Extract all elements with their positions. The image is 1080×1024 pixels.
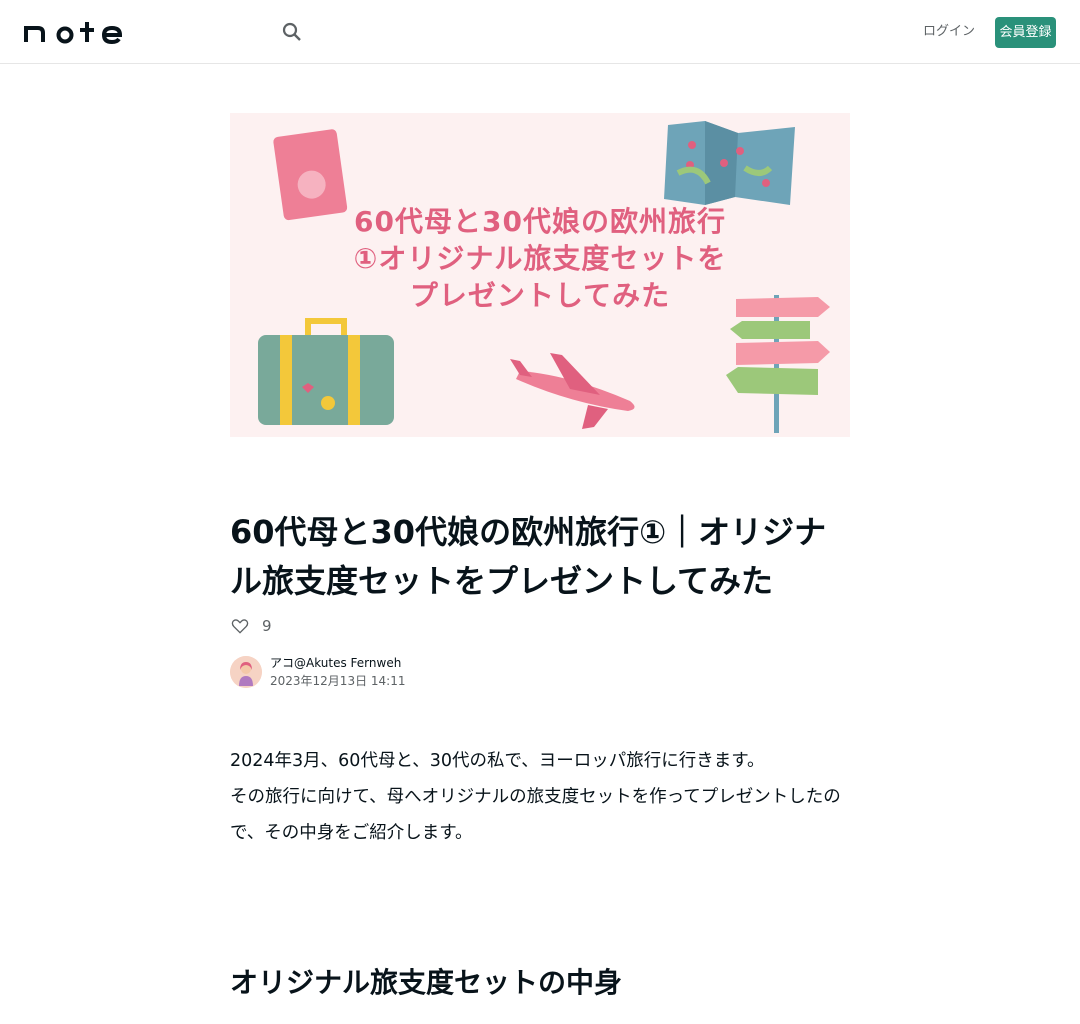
like-count[interactable]: 9 bbox=[262, 617, 272, 635]
section-heading: オリジナル旅支度セットの中身 bbox=[230, 966, 623, 999]
author-info: アコ@Akutes Fernweh 2023年12月13日 14:11 bbox=[230, 654, 405, 690]
article-title: 60代母と30代娘の欧州旅行①｜オリジナル旅支度セットをプレゼントしてみた bbox=[230, 513, 827, 600]
eyecatch-image: 60代母と30代娘の欧州旅行 ①オリジナル旅支度セットを プレゼントしてみた bbox=[230, 113, 850, 437]
hero-caption-line3: プレゼントしてみた bbox=[409, 279, 671, 312]
hero-caption: 60代母と30代娘の欧州旅行 ①オリジナル旅支度セットを プレゼントしてみた bbox=[230, 203, 850, 314]
login-link[interactable]: ログイン bbox=[922, 18, 976, 46]
author-meta: アコ@Akutes Fernweh 2023年12月13日 14:11 bbox=[270, 654, 405, 690]
like-area: 9 bbox=[230, 614, 272, 638]
article-body: 2024年3月、60代母と、30代の私で、ヨーロッパ旅行に行きます。 その旅行に… bbox=[230, 743, 850, 851]
world-map-icon bbox=[664, 121, 795, 205]
site-header: ログイン 会員登録 bbox=[0, 0, 1080, 64]
note-logo[interactable] bbox=[24, 20, 123, 45]
author-name[interactable]: アコ@Akutes Fernweh bbox=[270, 654, 405, 672]
search-icon bbox=[282, 22, 301, 41]
signpost-icon bbox=[726, 295, 830, 433]
paragraph: その旅行に向けて、母へオリジナルの旅支度セットを作ってプレゼントしたので、その中… bbox=[230, 787, 841, 843]
hero-caption-line1: 60代母と30代娘の欧州旅行 bbox=[354, 205, 726, 238]
avatar[interactable] bbox=[230, 656, 262, 688]
search-button[interactable] bbox=[276, 16, 308, 48]
avatar-image bbox=[230, 656, 262, 688]
hero-caption-line2: ①オリジナル旅支度セットを bbox=[353, 242, 727, 275]
heart-icon[interactable] bbox=[230, 616, 250, 636]
note-logo-icon bbox=[24, 22, 123, 45]
post-date: 2023年12月13日 14:11 bbox=[270, 674, 406, 688]
register-button[interactable]: 会員登録 bbox=[995, 17, 1056, 48]
airplane-icon bbox=[510, 353, 635, 429]
paragraph: 2024年3月、60代母と、30代の私で、ヨーロッパ旅行に行きます。 bbox=[230, 751, 765, 771]
suitcase-icon bbox=[258, 318, 394, 425]
